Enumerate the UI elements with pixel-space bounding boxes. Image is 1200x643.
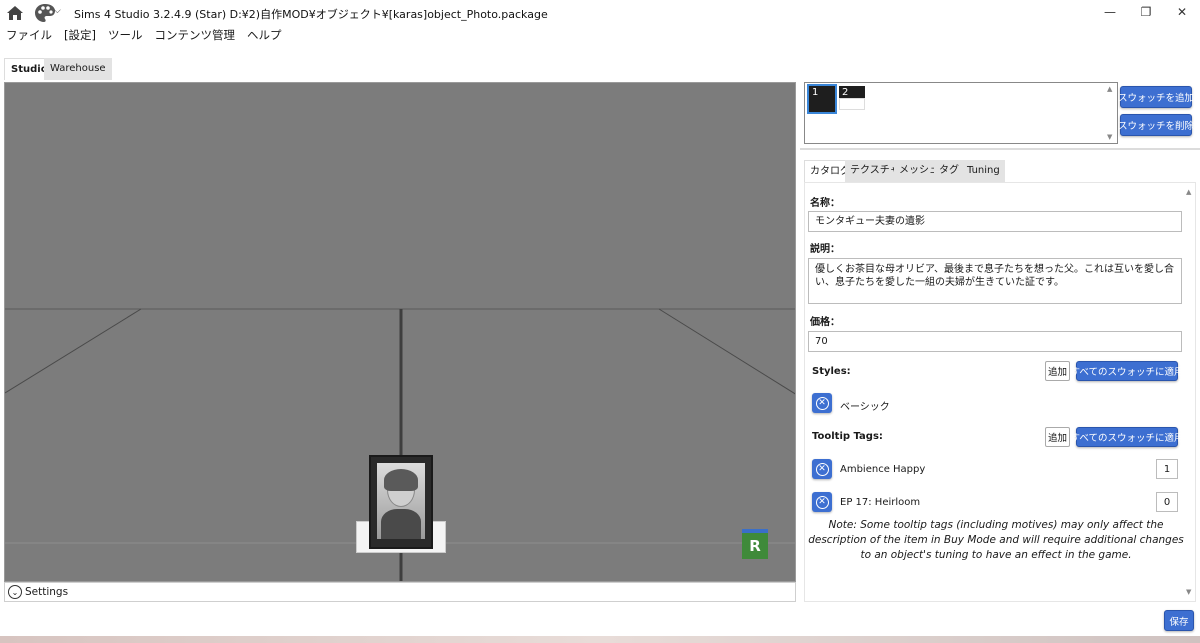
price-field[interactable]: 70: [808, 331, 1182, 352]
tooltip-note: Note: Some tooltip tags (including motiv…: [808, 519, 1184, 561]
description-field[interactable]: 優しくお茶目な母オリビア、最後まで息子たちを想った父。これは互いを愛し合い、息子…: [808, 258, 1182, 304]
add-tag-button[interactable]: 追加: [1045, 427, 1070, 447]
close-circle-icon: ✕: [815, 396, 829, 410]
form-scroll-down-icon[interactable]: ▼: [1186, 588, 1191, 596]
add-swatch-button[interactable]: スウォッチを追加: [1118, 86, 1194, 108]
description-label: 説明：: [810, 244, 840, 255]
remove-tag-button[interactable]: ✕: [812, 492, 832, 512]
close-button[interactable]: ✕: [1164, 0, 1200, 24]
menu-help[interactable]: ヘルプ: [241, 26, 288, 44]
window-title: Sims 4 Studio 3.2.4.9 (Star) D:¥2)自作MOD¥…: [74, 8, 548, 21]
menu-settings[interactable]: [設定]: [58, 26, 102, 44]
name-label: 名称：: [810, 198, 840, 209]
panel-divider: [800, 148, 1200, 150]
remove-swatch-button[interactable]: スウォッチを削除: [1118, 114, 1194, 136]
styles-label: Styles:: [812, 366, 851, 377]
swatch-list: 1 2 ▲ ▼: [804, 82, 1118, 144]
apply-tags-all-button[interactable]: すべてのスウォッチに適用: [1071, 427, 1183, 447]
swatch-2[interactable]: 2: [839, 86, 865, 98]
menu-bar: ファイル [設定] ツール コンテンツ管理 ヘルプ: [0, 26, 287, 44]
price-label: 価格：: [810, 317, 840, 328]
minimize-button[interactable]: —: [1092, 0, 1128, 24]
remove-style-button[interactable]: ✕: [812, 393, 832, 413]
tag-name: Ambience Happy: [840, 464, 926, 475]
photo-frame: [369, 455, 433, 549]
maximize-button[interactable]: ❐: [1128, 0, 1164, 24]
tab-tuning[interactable]: Tuning: [962, 160, 1005, 182]
menu-tools[interactable]: ツール: [102, 26, 149, 44]
taskbar-edge: [0, 636, 1200, 643]
tab-tag[interactable]: タグ: [934, 160, 964, 182]
scroll-up-icon[interactable]: ▲: [1107, 85, 1112, 93]
form-scroll-up-icon[interactable]: ▲: [1186, 188, 1191, 196]
r-badge-letter: R: [749, 537, 761, 555]
style-name: ベーシック: [840, 402, 890, 413]
r-badge[interactable]: R: [742, 529, 768, 559]
tag-count-field[interactable]: 1: [1156, 459, 1178, 479]
menu-file[interactable]: ファイル: [0, 26, 58, 44]
remove-tag-button[interactable]: ✕: [812, 459, 832, 479]
swatch-2-preview: [839, 98, 865, 110]
tag-count-field[interactable]: 0: [1156, 492, 1178, 512]
swatch-1[interactable]: 1: [807, 84, 837, 114]
close-circle-icon: ✕: [815, 462, 829, 476]
close-circle-icon: ✕: [815, 495, 829, 509]
add-style-button[interactable]: 追加: [1045, 361, 1070, 381]
scroll-down-icon[interactable]: ▼: [1107, 133, 1112, 141]
tab-warehouse[interactable]: Warehouse: [44, 58, 112, 80]
apply-styles-all-button[interactable]: すべてのスウォッチに適用: [1071, 361, 1183, 381]
chevron-circle-icon[interactable]: ⌄: [8, 585, 22, 599]
chevron-down-icon[interactable]: ⌵: [54, 6, 61, 16]
settings-label[interactable]: Settings: [25, 586, 68, 598]
home-icon[interactable]: [6, 4, 24, 22]
palette-icon[interactable]: [34, 3, 56, 23]
tooltip-tags-label: Tooltip Tags:: [812, 431, 883, 442]
settings-bar[interactable]: ⌄ Settings: [4, 582, 796, 602]
tag-name: EP 17: Heirloom: [840, 497, 921, 508]
3d-viewport[interactable]: R: [4, 82, 796, 582]
save-button[interactable]: 保存: [1164, 610, 1194, 631]
title-bar: ⌵ Sims 4 Studio 3.2.4.9 (Star) D:¥2)自作MO…: [0, 0, 1200, 26]
name-field[interactable]: モンタギュー夫妻の遺影: [808, 211, 1182, 232]
portrait-image: [377, 463, 425, 539]
menu-content-management[interactable]: コンテンツ管理: [148, 26, 241, 44]
